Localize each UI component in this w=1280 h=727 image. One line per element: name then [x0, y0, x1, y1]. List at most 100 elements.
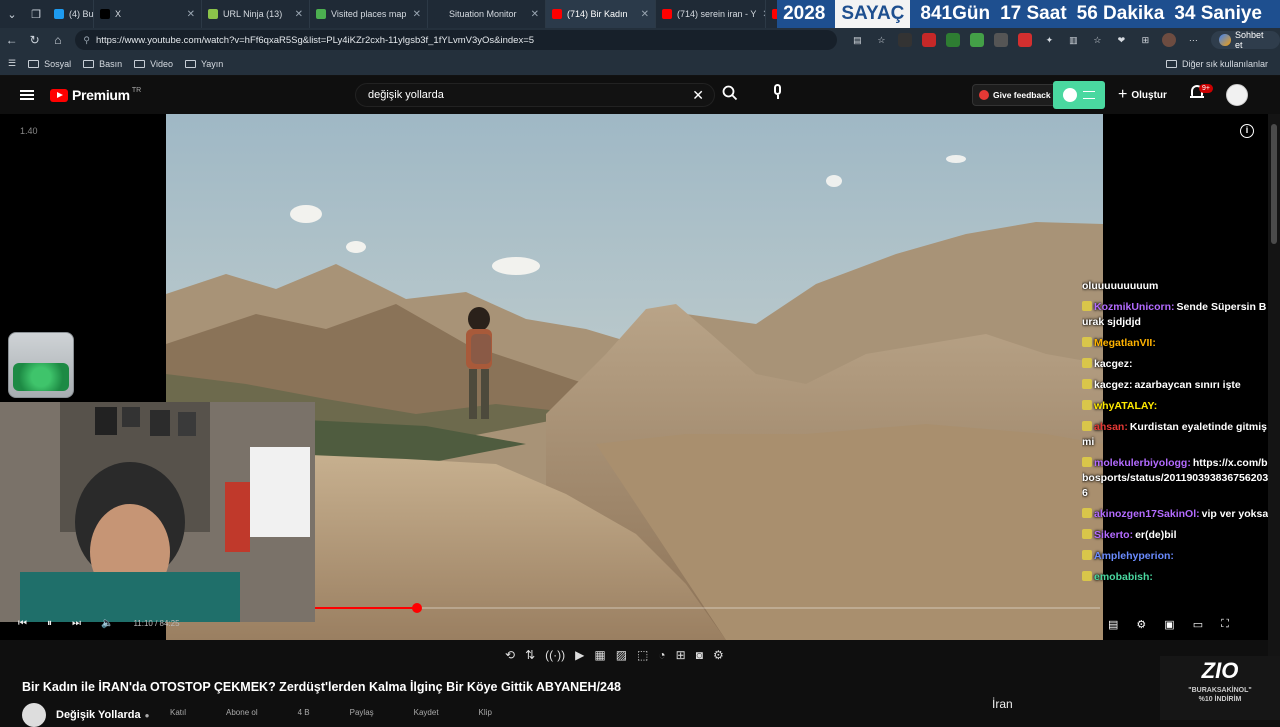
- browser-tab[interactable]: Situation Monitor ✕: [428, 0, 546, 28]
- extension-settings-icon[interactable]: ⚙: [713, 648, 724, 662]
- side-chip-label[interactable]: İran: [992, 697, 1013, 711]
- sort-icon[interactable]: ⇅: [525, 648, 535, 662]
- youtube-logo[interactable]: Premium TR: [50, 87, 141, 103]
- chat-text: er(de)bil: [1135, 529, 1177, 541]
- create-button[interactable]: + Oluştur: [1118, 86, 1167, 104]
- give-feedback-button[interactable]: Give feedback: [972, 84, 1058, 106]
- extension-icon[interactable]: [898, 33, 913, 47]
- progress-scrubber[interactable]: [412, 603, 423, 613]
- tab-favicon-icon: [100, 9, 110, 19]
- browser-tab[interactable]: (714) serein iran - Y✕: [656, 0, 766, 28]
- profile-avatar[interactable]: [1162, 33, 1177, 47]
- extension-icon[interactable]: [1018, 33, 1033, 47]
- copilot-chat-button[interactable]: Sohbet et: [1211, 30, 1280, 50]
- tab-close-icon[interactable]: ✕: [756, 9, 765, 20]
- split-view-icon[interactable]: ▤: [850, 33, 864, 47]
- previous-icon[interactable]: ⏮: [18, 618, 27, 629]
- bookmark-folder[interactable]: Sosyal: [28, 59, 71, 69]
- video-action-button[interactable]: Klip: [479, 708, 492, 717]
- add-icon[interactable]: ⊞: [676, 648, 686, 662]
- puzzle-icon[interactable]: ✦: [1042, 33, 1056, 47]
- counter-label: SAYAÇ: [835, 0, 911, 28]
- search-input[interactable]: değişik yollarda ✕: [355, 83, 715, 107]
- chat-message: Sikerto: er(de)bil: [1082, 528, 1270, 543]
- bookmarks-menu-icon[interactable]: ☰: [8, 58, 16, 69]
- other-bookmarks[interactable]: Diğer sık kullanılanlar: [1154, 52, 1268, 76]
- more-icon[interactable]: ⋯: [1186, 33, 1200, 47]
- other-bookmarks-label: Diğer sık kullanılanlar: [1181, 59, 1268, 69]
- chat-message: emobabish:: [1082, 570, 1270, 585]
- folder-icon: [134, 59, 146, 68]
- screenshot-icon[interactable]: ◙: [696, 648, 703, 662]
- copilot-icon: [1219, 34, 1231, 46]
- speed-icon[interactable]: ◔: [658, 648, 665, 662]
- video-action-button[interactable]: Kaydet: [414, 708, 439, 717]
- extension-icon[interactable]: [970, 33, 985, 47]
- channel-name[interactable]: Değişik Yollarda: [56, 709, 141, 721]
- pause-icon[interactable]: ⏸: [47, 618, 52, 629]
- cinema-icon[interactable]: ▶: [575, 648, 584, 662]
- clear-search-icon[interactable]: ✕: [692, 87, 704, 104]
- tab-favicon-icon: [316, 9, 326, 19]
- bookmark-star-icon[interactable]: ☆: [874, 33, 888, 47]
- chat-username: whyATALAY:: [1094, 400, 1158, 412]
- tab-search-icon[interactable]: ⌄: [0, 0, 24, 28]
- crop-icon[interactable]: ⬚: [637, 648, 648, 662]
- region-code: TR: [131, 86, 142, 94]
- site-info-icon[interactable]: ⚲: [83, 35, 90, 46]
- progress-bar[interactable]: [315, 603, 1100, 613]
- image-icon[interactable]: ▨: [616, 648, 627, 662]
- sidebar-icon[interactable]: ▥: [1066, 33, 1080, 47]
- favorites-icon[interactable]: ☆: [1090, 33, 1104, 47]
- volume-icon[interactable]: 🔈: [101, 618, 113, 629]
- chat-username: kacgez:: [1094, 358, 1133, 370]
- bookmark-folder[interactable]: Video: [134, 59, 173, 69]
- collections-icon[interactable]: ❤: [1114, 33, 1128, 47]
- browser-tab[interactable]: (714) Bir Kadın ✕: [546, 0, 656, 28]
- info-icon[interactable]: i: [1240, 124, 1254, 138]
- browser-tab[interactable]: Visited places map ✕: [310, 0, 428, 28]
- browser-tab[interactable]: URL Ninja (13) ✕: [202, 0, 310, 28]
- film-icon[interactable]: ▦: [594, 648, 605, 662]
- address-bar[interactable]: ⚲ https://www.youtube.com/watch?v=hFf6qx…: [75, 30, 838, 50]
- broadcast-icon[interactable]: ((·)): [545, 648, 565, 662]
- copilot-chat-label: Sohbet et: [1234, 30, 1264, 50]
- page-scrollbar[interactable]: [1268, 114, 1280, 720]
- tab-close-icon[interactable]: ✕: [635, 9, 649, 20]
- history-icon[interactable]: ⊞: [1138, 33, 1152, 47]
- video-player[interactable]: 1.40 i ⏮ ⏸ ⏭ 🔈 11:10 / 84:25 ▤ ⚙ ▣ ▭ ⛶ o…: [0, 114, 1268, 640]
- workspaces-icon[interactable]: ❐: [24, 0, 48, 28]
- bookmark-label: Video: [150, 58, 173, 69]
- search-icon[interactable]: [722, 85, 738, 104]
- reload-icon[interactable]: ↻: [23, 33, 46, 47]
- tab-close-icon[interactable]: ✕: [181, 9, 195, 20]
- microphone-icon[interactable]: [772, 84, 784, 102]
- youtube-header: Premium TR değişik yollarda ✕ Give feedb…: [0, 76, 1280, 114]
- extension-icon[interactable]: [922, 33, 937, 47]
- video-action-button[interactable]: Paylaş: [350, 708, 374, 717]
- hamburger-menu-icon[interactable]: [20, 90, 34, 100]
- tab-close-icon[interactable]: ✕: [407, 9, 421, 20]
- bookmark-folder[interactable]: Yayın: [184, 59, 223, 69]
- back-icon[interactable]: ←: [0, 33, 23, 47]
- channel-info[interactable]: Değişik Yollarda ●: [22, 703, 149, 727]
- channel-avatar[interactable]: [22, 703, 46, 727]
- video-action-button[interactable]: Katıl: [170, 708, 186, 717]
- chat-text: vip ver yoksa: [1201, 508, 1269, 520]
- tab-close-icon[interactable]: ✕: [525, 9, 539, 20]
- next-icon[interactable]: ⏭: [72, 618, 81, 629]
- extension-icon[interactable]: [994, 33, 1009, 47]
- browser-tab[interactable]: (4) BurakSakinOl (@✕: [48, 0, 94, 28]
- chat-badge-icon: [1082, 457, 1092, 467]
- tab-close-icon[interactable]: ✕: [289, 9, 303, 20]
- home-icon[interactable]: ⌂: [46, 33, 69, 47]
- account-avatar[interactable]: [1226, 84, 1248, 106]
- scrollbar-thumb[interactable]: [1271, 124, 1277, 244]
- video-action-button[interactable]: 4 B: [298, 708, 310, 717]
- bookmark-folder[interactable]: Basın: [83, 59, 122, 69]
- browser-tab[interactable]: X ✕: [94, 0, 202, 28]
- loop-icon[interactable]: ⟲: [505, 648, 515, 662]
- extension-toggle[interactable]: [1053, 81, 1105, 109]
- extension-icon[interactable]: [946, 33, 961, 47]
- video-action-button[interactable]: Abone ol: [226, 708, 258, 717]
